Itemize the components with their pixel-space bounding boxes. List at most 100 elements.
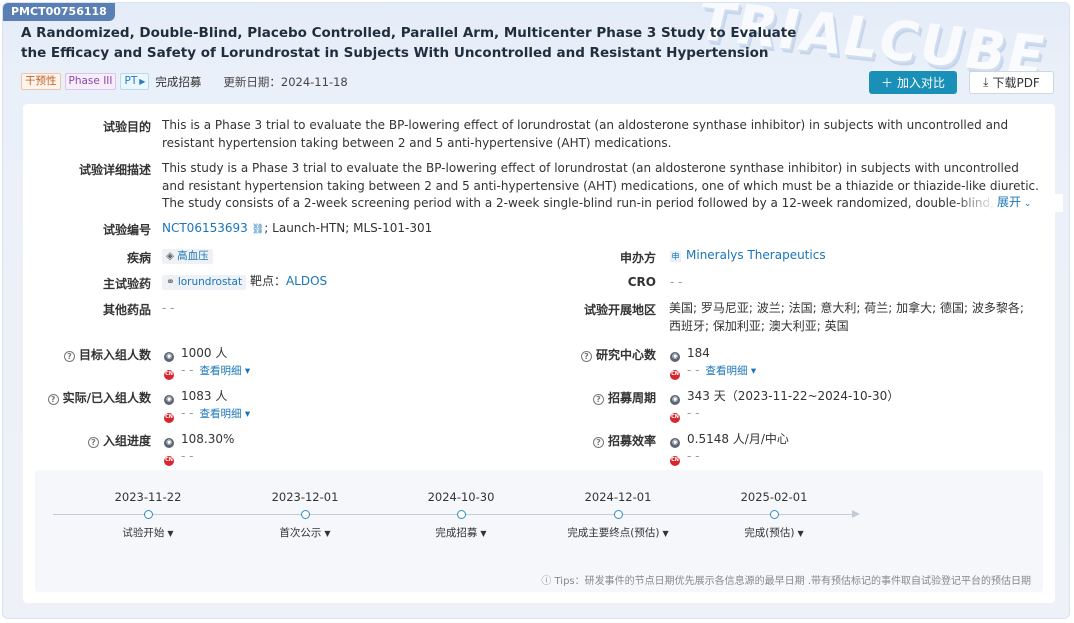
trial-id-label: 试验编号 [102, 223, 151, 237]
drug-pill[interactable]: ⚭ lorundrostat [162, 275, 247, 291]
cn-source-icon: CN [164, 369, 174, 380]
timeline-event: 2025-02-01 完成(预估) ▼ [714, 490, 834, 540]
cro-value: - - [670, 275, 683, 289]
help-icon[interactable]: ? [47, 394, 59, 405]
global-source-icon: ◉ [164, 351, 174, 362]
help-icon[interactable]: ? [592, 437, 604, 448]
region-value: 美国; 罗马尼亚; 波兰; 法国; 意大利; 荷兰; 加拿大; 德国; 波多黎各… [669, 301, 1024, 333]
efficiency-label: ? 招募效率 [592, 432, 656, 449]
progress-global: 108.30% [181, 432, 235, 446]
period-label: ? 招募周期 [592, 389, 656, 406]
detail-card: 试验目的 This is a Phase 3 trial to evaluate… [23, 104, 1063, 603]
link-icon: ⛓ [251, 224, 265, 235]
tag-row: 干预性 Phase III PT ▶ 完成招募 更新日期：2024-11-18 [21, 73, 348, 90]
timeline-arrow-icon [852, 510, 860, 518]
purpose-text: This is a Phase 3 trial to evaluate the … [162, 118, 1009, 150]
view-detail-link[interactable]: 查看明细 ▾ [705, 365, 756, 377]
description-text: This study is a Phase 3 trial to evaluat… [162, 161, 1039, 210]
timeline-event-label[interactable]: 试验开始 ▼ [88, 525, 208, 540]
link-icon: ⚭ [166, 276, 175, 288]
target-enroll-global: 1000 人 [181, 346, 228, 360]
global-source-icon: ◉ [670, 351, 680, 362]
timeline-event: 2023-11-22 试验开始 ▼ [88, 490, 208, 540]
nct-link[interactable]: NCT06153693 [162, 221, 248, 235]
global-source-icon: ◉ [164, 437, 174, 448]
cn-source-icon: CN [164, 455, 174, 466]
cn-source-icon: CN [164, 412, 174, 423]
timeline-node [456, 510, 466, 519]
region-label: 试验开展地区 [583, 303, 656, 317]
other-drug-value: - - [162, 301, 175, 315]
timeline-event: 2024-10-30 完成招募 ▼ [401, 490, 521, 540]
help-icon[interactable]: ? [87, 437, 99, 448]
efficiency-cn: - - [687, 449, 700, 463]
global-source-icon: ◉ [670, 437, 680, 448]
period-cn: - - [687, 406, 700, 420]
chevron-down-icon: ⌄ [1021, 199, 1032, 209]
disease-pill[interactable]: ◈ 高血压 [162, 249, 213, 265]
progress-label: ? 入组进度 [87, 432, 151, 449]
global-source-icon: ◉ [164, 394, 174, 405]
centers-global: 184 [687, 346, 710, 360]
tag-pt[interactable]: PT ▶ [120, 73, 150, 90]
target-link[interactable]: ALDOS [286, 274, 327, 288]
target-enroll-label: ? 目标入组人数 [63, 346, 151, 363]
cn-source-icon: CN [670, 412, 680, 423]
plus-icon: ＋ [880, 76, 893, 90]
timeline-event-label[interactable]: 完成主要终点(预估) ▼ [558, 525, 678, 540]
sponsor-logo-icon: 申 [670, 251, 681, 262]
actual-enroll-label: ? 实际/已入组人数 [47, 389, 151, 406]
timeline-event-label[interactable]: 完成(预估) ▼ [714, 525, 834, 540]
sponsor-link[interactable]: Mineralys Therapeutics [686, 248, 826, 262]
timeline-event-label[interactable]: 首次公示 ▼ [245, 525, 365, 540]
expand-button[interactable]: 展开 ⌄ [997, 193, 1031, 210]
caret-right-icon: ▶ [139, 77, 146, 86]
disease-label: 疾病 [126, 251, 151, 265]
progress-cn: - - [181, 449, 194, 463]
trial-id-value: NCT06153693 ⛓; Launch-HTN; MLS-101-301 [162, 221, 433, 235]
centers-cn: - - [687, 363, 700, 377]
period-global: 343 天（2023-11-22~2024-10-30） [687, 389, 900, 403]
event-timeline: 2023-11-22 试验开始 ▼ 2023-12-01 首次公示 ▼ 2024-1… [35, 470, 1043, 592]
trial-id-badge: PMCT00756118 [3, 3, 115, 21]
info-icon: ⓘ [541, 576, 555, 587]
actual-enroll-cn: - - [181, 406, 194, 420]
actual-enroll-global: 1083 人 [181, 389, 228, 403]
add-compare-button[interactable]: ＋ 加入对比 [869, 71, 957, 94]
cn-source-icon: CN [670, 455, 680, 466]
help-icon[interactable]: ? [63, 351, 75, 362]
target-enroll-cn: - - [181, 363, 194, 377]
description-label: 试验详细描述 [78, 163, 151, 177]
timeline-event-label[interactable]: 完成招募 ▼ [401, 525, 521, 540]
tag-interventional: 干预性 [21, 73, 61, 90]
view-detail-link[interactable]: 查看明细 ▾ [199, 365, 250, 377]
update-date: 更新日期：2024-11-18 [223, 74, 348, 89]
sponsor-label: 申办方 [619, 251, 656, 265]
centers-label: ? 研究中心数 [580, 346, 656, 363]
purpose-label: 试验目的 [102, 120, 151, 134]
download-icon: ⤓ [983, 75, 989, 89]
cn-source-icon: CN [670, 369, 680, 380]
download-pdf-button[interactable]: ⤓ 下载PDF [969, 71, 1054, 94]
efficiency-global: 0.5148 人/月/中心 [687, 432, 789, 446]
help-icon[interactable]: ? [592, 394, 604, 405]
timeline-event: 2023-12-01 首次公示 ▼ [245, 490, 365, 540]
cro-label: CRO [627, 275, 656, 289]
timeline-node [613, 510, 623, 519]
timeline-node [300, 510, 310, 519]
help-icon[interactable]: ? [580, 351, 592, 362]
diamond-icon: ◈ [166, 250, 175, 262]
tag-phase: Phase III [64, 73, 117, 90]
main-drug-label: 主试验药 [102, 277, 151, 291]
timeline-tips: ⓘ Tips：研发事件的节点日期优先展示各信息源的最早日期 .带有预估标记的事件… [541, 576, 1031, 587]
trial-title: A Randomized, Double-Blind, Placebo Cont… [21, 25, 797, 61]
global-source-icon: ◉ [670, 394, 680, 405]
view-detail-link[interactable]: 查看明细 ▾ [199, 408, 250, 420]
target-label: 靶点： [249, 274, 286, 288]
other-drug-label: 其他药品 [102, 303, 151, 317]
timeline-node [143, 510, 153, 519]
timeline-event: 2024-12-01 完成主要终点(预估) ▼ [558, 490, 678, 540]
timeline-node [769, 510, 779, 519]
recruit-status: 完成招募 [155, 74, 202, 89]
trial-detail-panel: TRIALCUBE PMCT00756118 A Randomized, Dou… [2, 2, 1070, 619]
